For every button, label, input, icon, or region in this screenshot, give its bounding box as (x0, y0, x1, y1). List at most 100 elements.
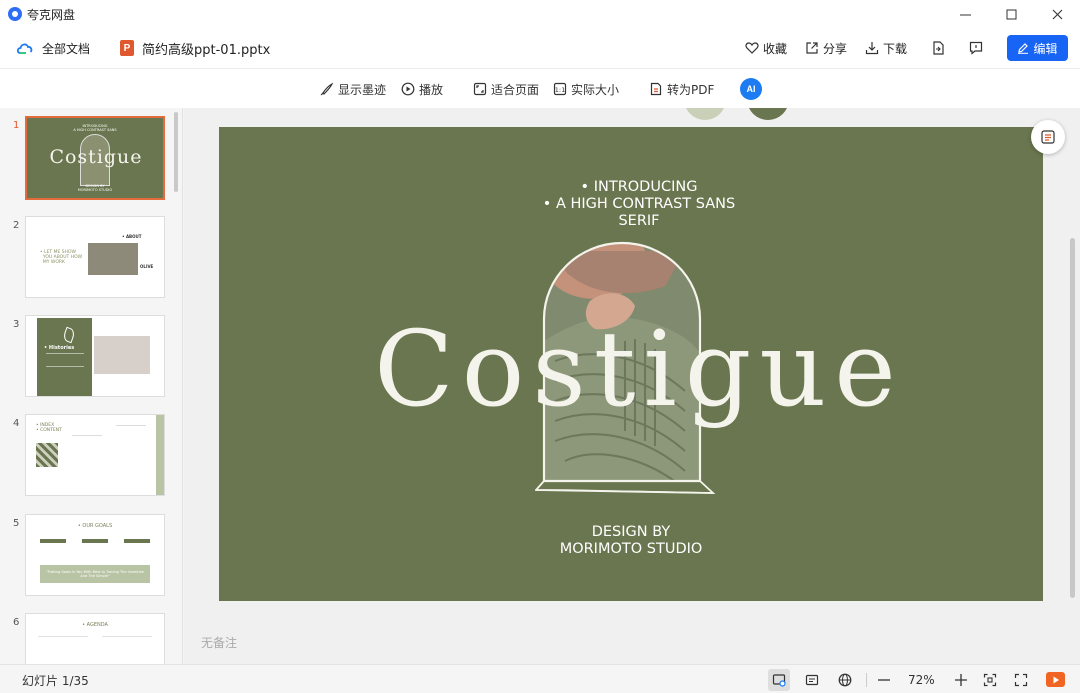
convert-to-pdf-button[interactable]: 转为PDF (649, 69, 714, 109)
thumbnail-6[interactable]: 6 • AGENDA (0, 613, 172, 664)
thumbnail-text: • Histories (44, 345, 75, 351)
thumbnail-image: • INDEX • CONTENT (25, 414, 165, 496)
save-to-disk-button[interactable] (931, 41, 945, 55)
thumbnail-text: • OUR GOALS (77, 523, 113, 529)
fit-window-button[interactable] (979, 669, 1001, 691)
minus-icon (878, 679, 890, 681)
footer-line-1: DESIGN BY (591, 524, 671, 540)
slideshow-button[interactable] (1046, 672, 1065, 687)
thumbnail-title: Costigue (49, 146, 143, 168)
slide-title: Costigue (374, 308, 904, 430)
slides-panel-icon (1041, 130, 1055, 144)
thumbnail-text: • AGENDA (82, 622, 108, 628)
fit-window-icon (983, 673, 997, 687)
all-documents-label: 全部文档 (42, 41, 91, 56)
heart-icon (745, 42, 759, 54)
notes-placeholder[interactable]: 无备注 (201, 634, 237, 651)
thumbnail-3[interactable]: 3 • Histories (0, 315, 172, 401)
play-label: 播放 (419, 82, 444, 97)
thumbnail-4[interactable]: 4 • INDEX • CONTENT (0, 414, 172, 500)
zoom-in-button[interactable] (950, 669, 972, 691)
favorite-label: 收藏 (762, 41, 787, 56)
share-icon (806, 42, 818, 54)
pencil-icon (1018, 43, 1029, 54)
thumbnail-photo (94, 336, 150, 374)
maximize-icon (1006, 9, 1016, 19)
pptx-file-icon: P (120, 40, 135, 56)
file-import-icon (933, 41, 944, 55)
previous-slide-decoration (747, 108, 789, 120)
close-button[interactable] (1034, 0, 1080, 28)
minimize-icon (959, 14, 971, 15)
thumbnail-intro: INTRODUCING A HIGH CONTRAST SANS (73, 124, 117, 132)
floating-layout-button[interactable] (1031, 120, 1065, 154)
file-name: 简约高级ppt-01.pptx (142, 42, 271, 58)
actual-size-label: 实际大小 (571, 82, 620, 97)
maximize-button[interactable] (988, 0, 1034, 28)
thumbnail-1[interactable]: 1 INTRODUCING A HIGH CONTRAST SANS Costi… (0, 116, 172, 202)
thumbnail-photo (88, 243, 138, 275)
viewer-scrollbar[interactable] (1070, 238, 1075, 598)
zoom-out-button[interactable] (873, 669, 895, 691)
thumbnail-image: • AGENDA (25, 613, 165, 664)
sidebar-scrollbar[interactable] (174, 112, 178, 192)
svg-text:1:1: 1:1 (555, 86, 565, 94)
thumbnail-number: 6 (13, 617, 20, 628)
slide-viewer: • INTRODUCING • A HIGH CONTRAST SANS SER… (184, 108, 1080, 664)
thumbnail-pattern (36, 443, 58, 467)
zoom-level[interactable]: 72% (908, 673, 935, 687)
thumbnail-side-bar (156, 415, 164, 495)
web-view-button[interactable] (834, 669, 856, 691)
share-label: 分享 (822, 41, 847, 56)
actual-size-button[interactable]: 1:1 实际大小 (553, 69, 619, 109)
ink-pen-icon (320, 82, 334, 96)
thumbnail-image: INTRODUCING A HIGH CONTRAST SANS Costigu… (25, 116, 165, 200)
feedback-button[interactable] (969, 41, 983, 55)
thumbnail-number: 5 (13, 518, 20, 529)
minimize-button[interactable] (942, 0, 988, 28)
all-documents-link[interactable]: 全部文档 (16, 40, 90, 57)
feedback-icon (969, 41, 983, 55)
show-ink-button[interactable]: 显示墨迹 (320, 69, 386, 109)
thumbnail-number: 3 (13, 319, 20, 330)
download-label: 下载 (882, 41, 907, 56)
play-button[interactable]: 播放 (401, 69, 443, 109)
slide-footer: DESIGN BY MORIMOTO STUDIO (219, 524, 1043, 558)
ai-badge-label: AI (746, 84, 756, 94)
fullscreen-button[interactable] (1010, 669, 1032, 691)
slide-counter: 幻灯片 1/35 (22, 674, 89, 688)
thumbnail-column (72, 435, 102, 479)
cloud-icon (16, 43, 33, 54)
thumbnail-quote: "Putting Goals in You With Best to Turni… (40, 565, 150, 583)
close-icon (1052, 9, 1062, 19)
fullscreen-icon (1014, 673, 1028, 687)
previous-slide-decoration (684, 108, 726, 120)
thumbnail-2[interactable]: 2 • LET ME SHOW YOU ABOUT HOW MY WORK • … (0, 216, 172, 302)
intro-line-3: SERIF (618, 213, 660, 229)
share-button[interactable]: 分享 (805, 40, 847, 57)
thumbnail-image: • OUR GOALS "Putting Goals in You With B… (25, 514, 165, 596)
thumbnail-goal-bar (82, 539, 108, 543)
fit-page-button[interactable]: 适合页面 (473, 69, 539, 109)
pdf-convert-icon (650, 82, 662, 96)
status-bar: 幻灯片 1/35 72% (0, 664, 1080, 693)
actual-size-icon: 1:1 (553, 82, 567, 96)
notes-view-button[interactable] (801, 669, 823, 691)
convert-to-pdf-label: 转为PDF (667, 82, 715, 97)
normal-view-icon (772, 674, 786, 687)
normal-view-button[interactable] (768, 669, 790, 691)
thumbnail-5[interactable]: 5 • OUR GOALS "Putting Goals in You With… (0, 514, 172, 600)
thumbnail-image: • LET ME SHOW YOU ABOUT HOW MY WORK • AB… (25, 216, 165, 298)
intro-line-2: • A HIGH CONTRAST SANS (542, 196, 736, 212)
thumbnail-text: OLIVE (140, 264, 154, 269)
globe-icon (838, 673, 852, 687)
ai-assistant-button[interactable]: AI (740, 78, 762, 100)
edit-button[interactable]: 编辑 (1007, 35, 1068, 61)
slide-thumbnail-panel: 1 INTRODUCING A HIGH CONTRAST SANS Costi… (0, 108, 183, 664)
thumbnail-agenda-column (102, 636, 152, 664)
thumbnail-footer: DESIGN BY MORIMOTO STUDIO (77, 184, 113, 192)
download-button[interactable]: 下载 (865, 40, 907, 57)
download-icon (865, 42, 879, 55)
app-name: 夸克网盘 (27, 7, 76, 22)
favorite-button[interactable]: 收藏 (745, 40, 787, 57)
